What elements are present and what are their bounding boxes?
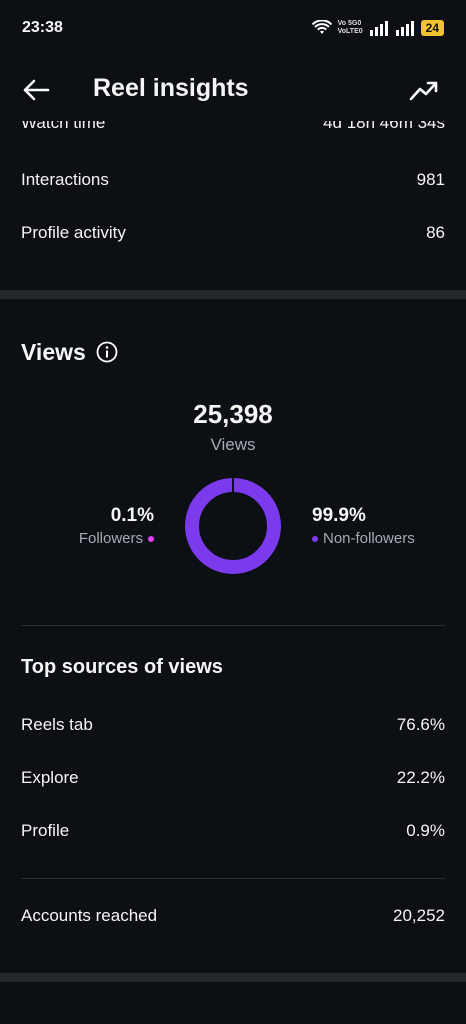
page-title: Reel insights bbox=[93, 74, 249, 102]
back-arrow-icon[interactable] bbox=[20, 74, 52, 106]
battery-indicator: 24 bbox=[420, 20, 444, 36]
top-sources-title: Top sources of views bbox=[21, 656, 223, 678]
interactions-value: 981 bbox=[416, 170, 445, 189]
source-label: Reels tab bbox=[21, 715, 93, 734]
accounts-reached-label: Accounts reached bbox=[21, 906, 158, 925]
network-label-1: Vo 5G0 bbox=[337, 20, 362, 27]
source-label: Explore bbox=[21, 768, 79, 787]
interactions-row[interactable]: Interactions 981 bbox=[21, 170, 445, 190]
app-header: Reel insights bbox=[0, 62, 466, 116]
section-divider-bottom bbox=[0, 973, 466, 982]
watch-time-label: Watch time bbox=[21, 121, 106, 132]
status-icons: Vo 5G0 VoLTE0 24 bbox=[311, 20, 444, 36]
non-followers-percentage: 99.9% bbox=[312, 505, 366, 526]
section-divider bbox=[0, 290, 466, 299]
interactions-label: Interactions bbox=[21, 170, 109, 189]
trending-up-icon[interactable] bbox=[408, 74, 440, 106]
profile-activity-row[interactable]: Profile activity 86 bbox=[21, 223, 445, 243]
followers-label: Followers bbox=[78, 530, 143, 547]
network-labels: Vo 5G0 VoLTE0 bbox=[338, 20, 363, 36]
source-row-explore[interactable]: Explore 22.2% bbox=[21, 768, 445, 788]
accounts-reached-value: 20,252 bbox=[393, 906, 445, 925]
views-total: 25,398 bbox=[193, 399, 273, 429]
non-followers-dot bbox=[312, 535, 318, 542]
source-label: Profile bbox=[21, 821, 70, 840]
source-value: 76.6% bbox=[396, 715, 445, 734]
followers-legend: Followers bbox=[79, 530, 154, 547]
status-bar: 23:38 Vo 5G0 VoLTE0 24 bbox=[0, 0, 466, 56]
views-total-label: Views bbox=[210, 435, 256, 454]
non-followers-arc bbox=[185, 478, 281, 574]
source-row-profile[interactable]: Profile 0.9% bbox=[21, 821, 445, 841]
profile-activity-value: 86 bbox=[426, 223, 445, 242]
non-followers-label: Non-followers bbox=[323, 530, 415, 547]
views-section-title: Views bbox=[21, 339, 86, 365]
watch-time-row: Watch time 4d 18h 46m 34s bbox=[21, 121, 445, 133]
network-label-2: VoLTE0 bbox=[337, 28, 363, 35]
accounts-reached-row[interactable]: Accounts reached 20,252 bbox=[21, 906, 445, 926]
source-value: 0.9% bbox=[406, 821, 445, 840]
info-icon[interactable] bbox=[96, 341, 118, 363]
followers-percentage: 0.1% bbox=[110, 505, 154, 526]
signal-icon-2 bbox=[395, 21, 414, 36]
watch-time-value: 4d 18h 46m 34s bbox=[323, 121, 445, 132]
followers-dot bbox=[148, 535, 154, 542]
views-divider bbox=[21, 625, 445, 626]
profile-activity-label: Profile activity bbox=[21, 223, 126, 242]
non-followers-legend: Non-followers bbox=[312, 530, 415, 547]
source-row-reels-tab[interactable]: Reels tab 76.6% bbox=[21, 715, 445, 735]
source-value: 22.2% bbox=[396, 768, 445, 787]
status-time: 23:38 bbox=[22, 19, 63, 36]
wifi-icon bbox=[311, 20, 332, 34]
signal-icon-1 bbox=[369, 21, 388, 36]
views-donut-chart bbox=[185, 478, 281, 574]
sources-divider bbox=[21, 878, 445, 879]
